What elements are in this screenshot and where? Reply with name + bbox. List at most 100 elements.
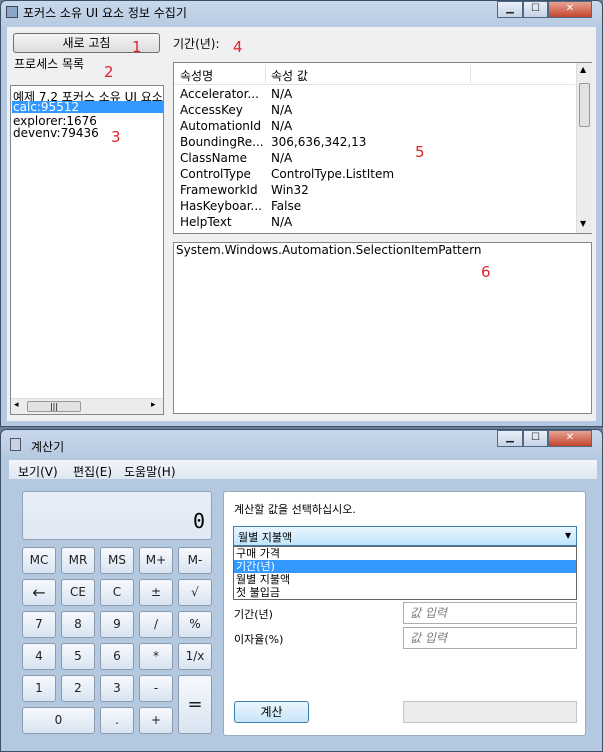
close-button[interactable]: ✕: [548, 1, 592, 18]
calculate-button[interactable]: 계산: [234, 701, 309, 723]
display-value: 0: [192, 509, 205, 533]
calc-key[interactable]: MS: [100, 547, 134, 574]
calc-key[interactable]: C: [100, 579, 134, 606]
grid-header: 속성명 속성 값: [174, 63, 575, 85]
chevron-down-icon[interactable]: ▼: [565, 531, 571, 540]
calc-key[interactable]: +: [139, 707, 173, 734]
property-name[interactable]: AutomationId: [180, 119, 261, 133]
app-icon: [6, 6, 18, 18]
property-value[interactable]: False: [271, 199, 301, 213]
dropdown-option[interactable]: 기간(년): [234, 560, 576, 573]
property-value[interactable]: N/A: [271, 103, 292, 117]
property-name[interactable]: AccessKey: [180, 103, 243, 117]
calc-key[interactable]: 9: [100, 611, 134, 638]
property-value[interactable]: ControlType.ListItem: [271, 167, 394, 181]
annotation-6: 6: [481, 263, 491, 281]
process-item[interactable]: devenv:79436: [13, 126, 99, 140]
scroll-thumb[interactable]: |||: [27, 401, 81, 412]
calc-key[interactable]: 3: [100, 675, 134, 702]
period-label: 기간(년):: [173, 37, 220, 51]
menu-edit[interactable]: 편집(E): [73, 463, 112, 480]
mortgage-panel: 계산할 값을 선택하십시오. 월별 지불액 ▼ 구매 가격 기간(년) 월별 지불액…: [223, 491, 586, 736]
dropdown-option[interactable]: 첫 불입금: [234, 586, 576, 599]
property-value[interactable]: N/A: [271, 151, 292, 165]
annotation-4: 4: [233, 38, 243, 56]
grid-vscrollbar[interactable]: ▲ ▼: [576, 63, 592, 233]
minimize-button[interactable]: ▁: [497, 430, 523, 447]
calc-key[interactable]: 2: [61, 675, 95, 702]
annotation-2: 2: [104, 63, 114, 81]
menu-bar: 보기(V) 편집(E) 도움말(H): [9, 460, 597, 479]
rate-input[interactable]: 값 입력: [403, 627, 577, 649]
period-input[interactable]: 값 입력: [403, 602, 577, 624]
calc-key[interactable]: 1: [22, 675, 56, 702]
property-value[interactable]: N/A: [271, 87, 292, 101]
calc-key[interactable]: 6: [100, 643, 134, 670]
calc-key[interactable]: M+: [139, 547, 173, 574]
calc-key[interactable]: 8: [61, 611, 95, 638]
calc-key[interactable]: MR: [61, 547, 95, 574]
scroll-left-arrow-icon[interactable]: ◂: [14, 400, 19, 410]
calculator-window: 계산기 ▁ ☐ ✕ 보기(V) 편집(E) 도움말(H) 0 MC MR MS M+ M…: [0, 429, 603, 752]
column-divider: [265, 65, 266, 83]
property-name[interactable]: HelpText: [180, 215, 232, 229]
calc-key[interactable]: MC: [22, 547, 56, 574]
calc-key[interactable]: M-: [178, 547, 212, 574]
calc-key[interactable]: *: [139, 643, 173, 670]
calc-key[interactable]: 0: [22, 707, 95, 734]
property-name[interactable]: FrameworkId: [180, 183, 258, 197]
annotation-1: 1: [132, 38, 142, 56]
maximize-button[interactable]: ☐: [523, 430, 548, 447]
calc-key[interactable]: 5: [61, 643, 95, 670]
property-name[interactable]: ControlType: [180, 167, 251, 181]
minimize-button[interactable]: ▁: [497, 1, 523, 18]
property-name[interactable]: BoundingRe...: [180, 135, 264, 149]
calc-key[interactable]: 4: [22, 643, 56, 670]
column-header-value[interactable]: 속성 값: [271, 67, 308, 84]
calc-key[interactable]: =: [178, 675, 212, 734]
process-list-hscrollbar[interactable]: ◂ ||| ▸: [11, 398, 163, 414]
calc-key[interactable]: -: [139, 675, 173, 702]
calc-key[interactable]: 1/x: [178, 643, 212, 670]
calc-key[interactable]: %: [178, 611, 212, 638]
process-item-selected[interactable]: calc:95512: [12, 101, 164, 113]
menu-view[interactable]: 보기(V): [18, 463, 58, 480]
calc-key[interactable]: 7: [22, 611, 56, 638]
property-name[interactable]: Accelerator...: [180, 87, 259, 101]
property-value[interactable]: 306,636,342,13: [271, 135, 366, 149]
maximize-button[interactable]: ☐: [523, 1, 548, 18]
calc-key[interactable]: ←: [22, 579, 56, 606]
scroll-up-arrow-icon[interactable]: ▲: [580, 65, 586, 74]
period-field-label: 기간(년): [234, 608, 273, 621]
property-name[interactable]: ClassName: [180, 151, 247, 165]
property-value[interactable]: N/A: [271, 119, 292, 133]
process-list[interactable]: 예제 7.2 포커스 소유 UI 요소 calc:95512 explorer:…: [10, 85, 164, 415]
client-area: 새로 고침 1 기간(년): 4 프로세스 목록 2 예제 7.2 포커스 소유…: [7, 27, 596, 421]
column-divider: [470, 65, 471, 83]
calc-display: 0: [22, 491, 212, 540]
close-button[interactable]: ✕: [548, 430, 592, 447]
calc-type-dropdown[interactable]: 월별 지불액 ▼: [233, 526, 577, 546]
calc-key[interactable]: CE: [61, 579, 95, 606]
calc-key[interactable]: √: [178, 579, 212, 606]
window-title: 포커스 소유 UI 요소 정보 수집기: [23, 6, 187, 20]
process-list-label: 프로세스 목록: [14, 57, 85, 71]
scroll-right-arrow-icon[interactable]: ▸: [151, 400, 156, 410]
property-value[interactable]: Win32: [271, 183, 309, 197]
scroll-down-arrow-icon[interactable]: ▼: [580, 219, 586, 228]
menu-help[interactable]: 도움말(H): [124, 463, 176, 480]
calc-key[interactable]: /: [139, 611, 173, 638]
calculator-icon: [10, 438, 21, 451]
scroll-thumb[interactable]: [579, 83, 590, 127]
dropdown-option[interactable]: 구매 가격: [234, 547, 576, 560]
properties-grid[interactable]: 속성명 속성 값 Accelerator... N/A AccessKey N/A Au…: [173, 62, 592, 234]
property-name[interactable]: HasKeyboar...: [180, 199, 262, 213]
calc-key[interactable]: ±: [139, 579, 173, 606]
panel-prompt: 계산할 값을 선택하십시오.: [234, 503, 356, 516]
pattern-textbox[interactable]: System.Windows.Automation.SelectionItemP…: [173, 242, 592, 414]
column-header-name[interactable]: 속성명: [180, 67, 213, 84]
calc-key[interactable]: .: [100, 707, 134, 734]
property-value[interactable]: N/A: [271, 215, 292, 229]
dropdown-option[interactable]: 월별 지불액: [234, 573, 576, 586]
dropdown-list[interactable]: 구매 가격 기간(년) 월별 지불액 첫 불입금: [233, 546, 577, 600]
